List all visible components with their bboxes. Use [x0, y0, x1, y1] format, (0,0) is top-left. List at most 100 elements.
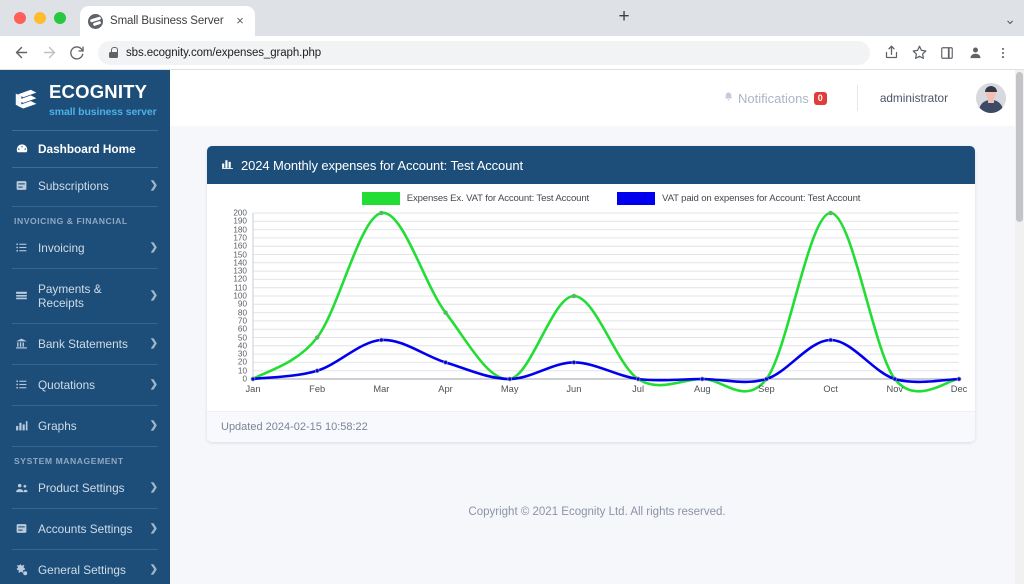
- browser-window: Small Business Server - Dashb × + ⌄ sbs.…: [0, 0, 1024, 584]
- x-axis-tick-label: Nov: [886, 384, 904, 394]
- chevron-right-icon: ❯: [149, 180, 158, 192]
- sidebar-item-payments-receipts[interactable]: Payments & Receipts ❯: [0, 271, 170, 321]
- sidebar-divider: [12, 205, 158, 207]
- sidebar-item-label: Quotations: [38, 377, 96, 392]
- y-axis-tick-label: 60: [237, 324, 247, 334]
- brand-name: ECOGNITY: [49, 81, 148, 102]
- back-button[interactable]: [8, 40, 34, 66]
- chart-plot-area[interactable]: 0 10 20 30 40 50 60 70 80 90 100 110 120 130 140 150 160…: [217, 207, 968, 397]
- x-axis-tick-label: Dec: [950, 384, 968, 394]
- sidebar-item-bank-statements[interactable]: Bank Statements ❯: [0, 326, 170, 362]
- sidebar-item-dashboard-home[interactable]: Dashboard Home: [0, 131, 170, 167]
- chevron-right-icon: ❯: [149, 564, 158, 576]
- legend-item-vat[interactable]: VAT paid on expenses for Account: Test A…: [617, 192, 860, 205]
- page-scrollbar[interactable]: [1015, 70, 1024, 584]
- y-axis-tick-label: 170: [233, 233, 247, 243]
- y-axis-tick-label: 20: [237, 357, 247, 367]
- x-axis-tick-label: Jun: [566, 384, 582, 394]
- sidebar-item-label: Subscriptions: [38, 178, 109, 193]
- close-icon[interactable]: ×: [233, 14, 247, 28]
- sidebar-divider: [12, 322, 158, 324]
- new-tab-button[interactable]: +: [612, 6, 636, 30]
- sidebar-item-product-settings[interactable]: Product Settings ❯: [0, 470, 170, 506]
- browser-menu-icon[interactable]: [990, 40, 1016, 66]
- tab-strip: Small Business Server - Dashb × + ⌄: [0, 0, 1024, 36]
- brand[interactable]: ECOGNITY small business server: [0, 70, 170, 130]
- address-bar[interactable]: sbs.ecognity.com/expenses_graph.php: [98, 40, 870, 65]
- chart: Expenses Ex. VAT for Account: Test Accou…: [217, 192, 968, 407]
- sidebar-item-label: Product Settings: [38, 480, 125, 495]
- close-window-button[interactable]: [14, 12, 26, 24]
- y-axis-tick-label: 70: [237, 316, 247, 326]
- globe-icon: [88, 13, 103, 29]
- y-axis-tick-label: 30: [237, 349, 247, 359]
- y-axis-tick-label: 120: [233, 274, 247, 284]
- y-axis-tick-label: 180: [233, 225, 247, 235]
- scrollbar-thumb[interactable]: [1016, 72, 1023, 222]
- sidebar-divider: [12, 363, 158, 365]
- avatar-hair: [985, 86, 997, 92]
- sidebar-item-label: Accounts Settings: [38, 521, 133, 536]
- forward-button[interactable]: [36, 40, 62, 66]
- y-axis-tick-label: 130: [233, 266, 247, 276]
- people-icon: [14, 481, 29, 495]
- lock-icon: [109, 47, 118, 58]
- card-footer: Updated 2024-02-15 10:58:22: [207, 411, 975, 442]
- sidebar-item-accounts-settings[interactable]: Accounts Settings ❯: [0, 511, 170, 547]
- sidebar-item-graphs[interactable]: Graphs ❯: [0, 408, 170, 444]
- y-axis-tick-label: 80: [237, 308, 247, 318]
- reload-button[interactable]: [64, 40, 90, 66]
- url-text: sbs.ecognity.com/expenses_graph.php: [126, 46, 322, 59]
- bookmark-star-icon[interactable]: [906, 40, 932, 66]
- ecognity-logo-icon: [12, 86, 42, 116]
- share-icon[interactable]: [878, 40, 904, 66]
- chevron-right-icon: ❯: [149, 242, 158, 254]
- x-axis-tick-label: Jul: [632, 384, 645, 394]
- sidebar-item-label: Dashboard Home: [38, 141, 136, 156]
- top-bar: Notifications 0 administrator: [170, 70, 1024, 126]
- notifications-label: Notifications: [737, 90, 809, 106]
- list-icon: [14, 241, 29, 254]
- sidebar-item-subscriptions[interactable]: Subscriptions ❯: [0, 168, 170, 204]
- sidebar-item-invoicing[interactable]: Invoicing ❯: [0, 230, 170, 266]
- side-panel-icon[interactable]: [934, 40, 960, 66]
- y-axis-tick-label: 190: [233, 216, 247, 226]
- chevron-down-icon[interactable]: ⌄: [1004, 11, 1016, 28]
- chart-legend: Expenses Ex. VAT for Account: Test Accou…: [217, 192, 965, 205]
- notifications-badge: 0: [813, 91, 827, 105]
- sidebar-item-label: Invoicing: [38, 240, 85, 255]
- notifications-button[interactable]: Notifications 0: [723, 91, 827, 106]
- username-label: administrator: [879, 91, 948, 105]
- dashboard-icon: [14, 142, 29, 156]
- card-icon: [14, 522, 29, 535]
- expenses-chart-card: 2024 Monthly expenses for Account: Test …: [207, 146, 975, 442]
- card-icon: [14, 179, 29, 192]
- x-axis-tick-label: Aug: [693, 384, 711, 394]
- x-axis-tick-label: Jan: [245, 384, 261, 394]
- chevron-right-icon: ❯: [149, 420, 158, 432]
- y-axis-tick-label: 150: [233, 250, 247, 259]
- legend-swatch: [361, 192, 400, 205]
- x-axis-tick-label: May: [500, 384, 519, 394]
- sidebar-item-label: Payments & Receipts: [38, 281, 102, 310]
- avatar[interactable]: [976, 83, 1006, 113]
- topbar-divider: [856, 85, 858, 111]
- sidebar-item-quotations[interactable]: Quotations ❯: [0, 367, 170, 403]
- chevron-right-icon: ❯: [149, 338, 158, 350]
- profile-icon[interactable]: [962, 40, 988, 66]
- y-axis-tick-label: 100: [233, 291, 247, 301]
- browser-tab[interactable]: Small Business Server - Dashb ×: [80, 6, 255, 36]
- main-content: 2024 Monthly expenses for Account: Test …: [170, 126, 1024, 584]
- sidebar: ECOGNITY small business server Dashboard…: [0, 70, 170, 584]
- page-viewport: ECOGNITY small business server Dashboard…: [0, 70, 1024, 584]
- payments-icon: [14, 289, 29, 302]
- sidebar-divider: [12, 404, 158, 406]
- browser-toolbar: sbs.ecognity.com/expenses_graph.php: [0, 36, 1024, 70]
- sidebar-item-general-settings[interactable]: General Settings ❯: [0, 552, 170, 584]
- brand-subtitle: small business server: [49, 105, 157, 118]
- legend-item-expenses[interactable]: Expenses Ex. VAT for Account: Test Accou…: [361, 192, 589, 205]
- sidebar-divider: [12, 267, 158, 269]
- y-axis-tick-label: 140: [233, 258, 247, 268]
- maximize-window-button[interactable]: [54, 12, 66, 24]
- minimize-window-button[interactable]: [34, 12, 46, 24]
